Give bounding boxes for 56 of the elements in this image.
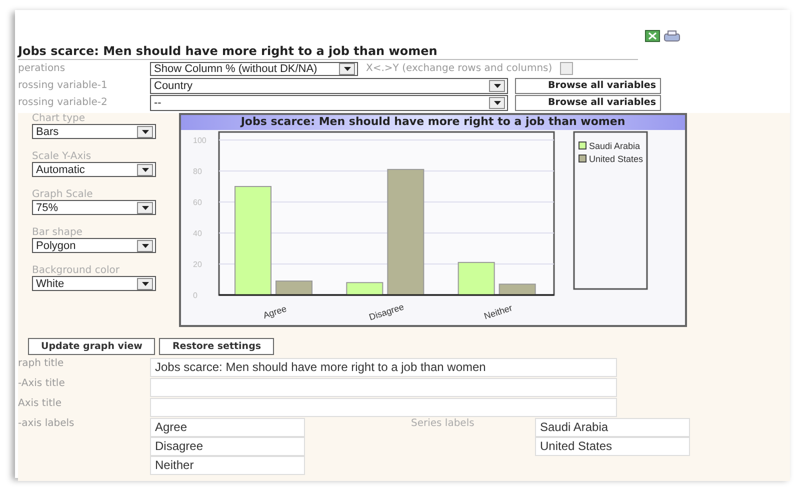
variable-dropdown[interactable]: Country [150,78,508,94]
legend-label: Saudi Arabia [589,141,640,151]
field-label: -Axis title [18,378,66,389]
spreadsheet-icon[interactable] [645,30,660,42]
bar [276,280,312,296]
action-button[interactable]: Update graph view [28,338,156,355]
operations-dropdown[interactable]: Show Column % (without DK/NA) [150,62,358,76]
option-dropdown[interactable]: 75% [32,200,156,215]
exchange-label: X<.>Y (exchange rows and columns) [366,63,552,74]
bar [346,282,384,296]
option-label: Background color [32,265,120,276]
bar [458,262,495,296]
browse-button[interactable]: Browse all variables [515,94,661,110]
option-label: Graph Scale [32,189,94,200]
field-label: raph title [18,358,65,369]
option-dropdown[interactable]: Automatic [32,162,156,177]
text-field[interactable]: Saudi Arabia [535,418,690,437]
chart-title: Jobs scarce: Men should have more right to a job than women [181,115,685,130]
legend-swatch [578,154,586,162]
tick-label: 20 [193,260,202,269]
text-field[interactable]: Neither [150,456,305,475]
field-label: Axis title [18,398,62,409]
category-label: Disagree [368,302,406,322]
legend-label: United States [589,154,644,164]
text-field[interactable]: Jobs scarce: Men should have more right to a job than women [150,358,617,377]
printer-icon[interactable] [664,30,680,42]
legend-swatch [578,142,586,150]
text-field[interactable]: United States [535,437,690,456]
bar [498,284,536,296]
tick-label: 0 [193,291,198,300]
page-title: Jobs scarce: Men should have more right to a job than women [18,44,638,60]
variable-dropdown[interactable]: -- [150,94,508,110]
browse-button[interactable]: Browse all variables [515,78,661,94]
option-label: Scale Y-Axis [32,151,92,162]
category-label: Neither [482,302,514,322]
option-label: Chart type [32,113,86,124]
exchange-checkbox[interactable] [560,62,574,75]
tick-label: 60 [193,198,202,207]
field-label: rossing variable-2 [18,97,108,108]
tick-label: 80 [193,167,202,176]
text-field[interactable] [150,378,617,397]
text-field[interactable]: Disagree [150,437,305,456]
option-dropdown[interactable]: Polygon [32,238,156,253]
text-field[interactable] [150,398,617,417]
option-label: Bar shape [32,227,84,238]
category-label: Agree [262,304,288,320]
tick-label: 40 [193,229,202,238]
field-label: -axis labels [18,418,76,429]
action-button[interactable]: Restore settings [159,338,274,355]
option-dropdown[interactable]: Bars [32,124,156,139]
field-label: rossing variable-1 [18,80,108,91]
field-label: perations [18,63,66,74]
option-dropdown[interactable]: White [32,276,156,291]
text-field[interactable]: Agree [150,418,305,437]
field-label: Series labels [411,418,476,429]
tick-label: 100 [193,136,206,145]
